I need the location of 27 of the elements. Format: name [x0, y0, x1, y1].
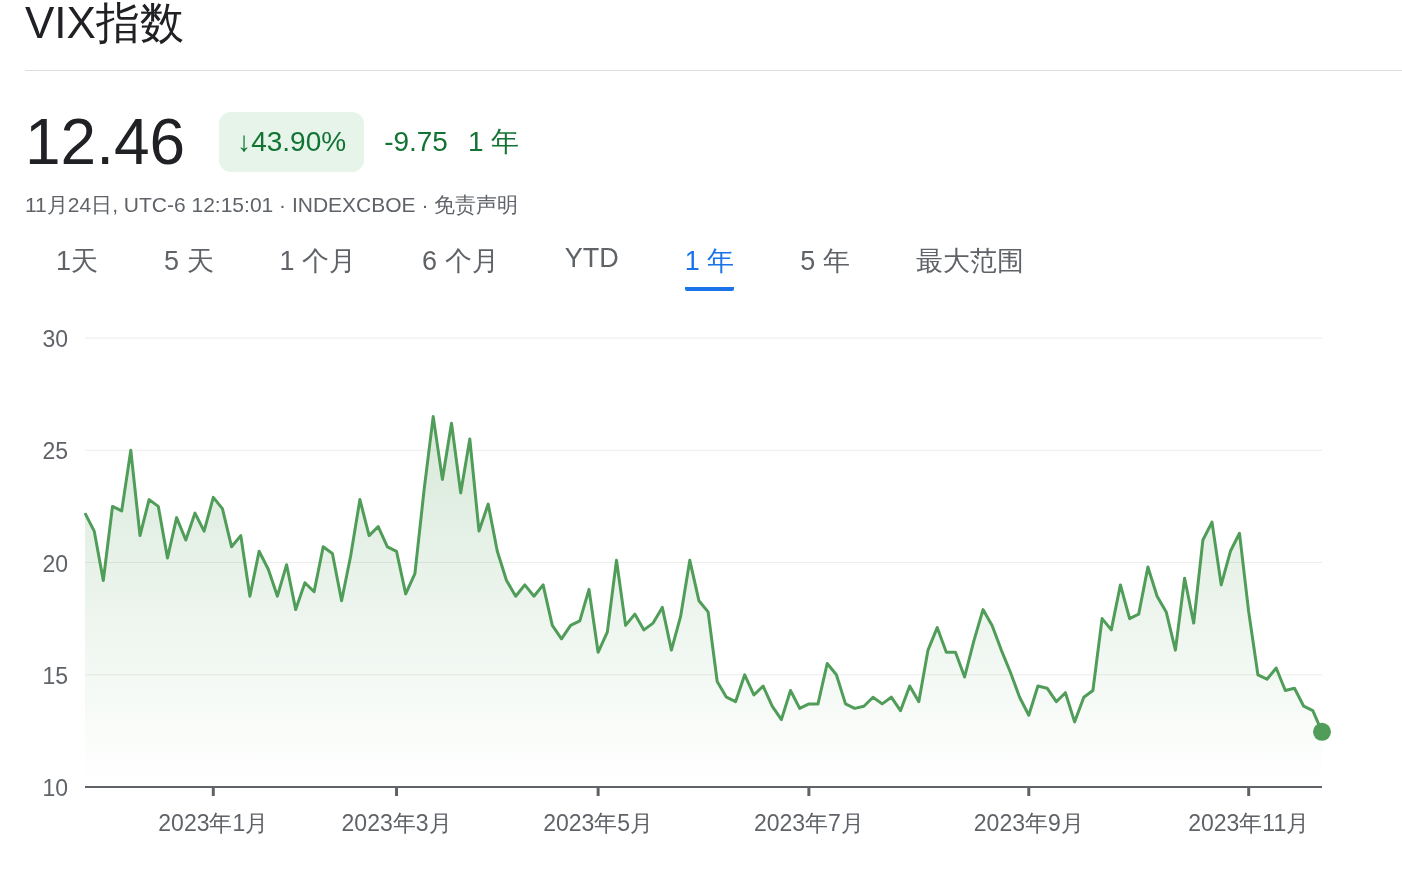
x-axis-label: 2023年11月: [1188, 810, 1310, 836]
price-value: 12.46: [25, 107, 186, 177]
y-axis-label: 10: [42, 775, 68, 801]
percent-change-badge: ↓43.90%: [219, 112, 365, 172]
x-axis-label: 2023年3月: [341, 810, 452, 836]
range-tab[interactable]: 1天: [56, 237, 99, 291]
x-axis-label: 2023年1月: [158, 810, 269, 836]
period-label: 1 年: [467, 125, 520, 159]
range-tab[interactable]: 1 个月: [279, 237, 357, 291]
disclaimer-link[interactable]: 免责声明: [434, 191, 519, 219]
x-axis-label: 2023年7月: [753, 810, 864, 836]
range-tab[interactable]: 6 个月: [422, 237, 499, 291]
y-axis-label: 25: [42, 438, 68, 465]
y-axis-label: 20: [42, 550, 68, 577]
range-tab[interactable]: YTD: [564, 237, 619, 291]
last-point-marker: [1313, 722, 1331, 741]
x-axis-label: 2023年5月: [543, 810, 654, 836]
page-title: VIX指数: [25, 0, 1402, 71]
x-axis-label: 2023年9月: [973, 810, 1084, 836]
range-tab[interactable]: 最大范围: [915, 237, 1024, 291]
range-tab[interactable]: 5 天: [164, 237, 214, 291]
change-value: -9.75: [384, 126, 448, 158]
range-tab[interactable]: 1 年: [684, 237, 735, 291]
y-axis-label: 30: [42, 326, 68, 352]
y-axis-label: 15: [42, 662, 68, 689]
timestamp-text: 11月24日, UTC-6 12:15:01 · INDEXCBOE ·: [25, 192, 429, 218]
range-tab[interactable]: 5 年: [800, 237, 850, 291]
